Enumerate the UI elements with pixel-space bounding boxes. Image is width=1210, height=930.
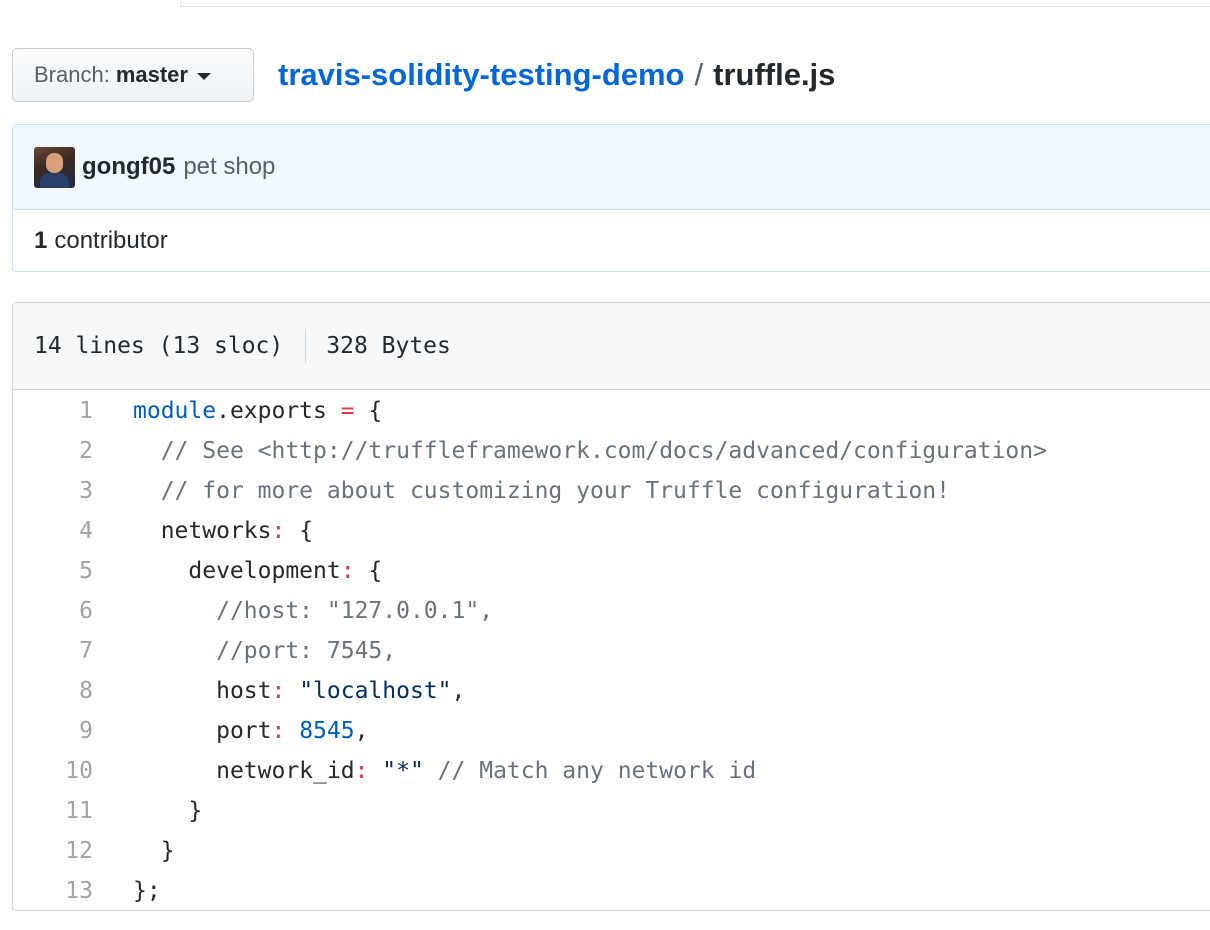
caret-down-icon — [196, 72, 211, 80]
line-number[interactable]: 9 — [13, 718, 93, 744]
line-content: // for more about customizing your Truff… — [93, 478, 950, 504]
line-content: //host: "127.0.0.1", — [93, 598, 493, 624]
code-token: host — [216, 678, 272, 704]
line-number[interactable]: 11 — [13, 798, 93, 824]
top-divider — [180, 6, 1210, 7]
code-token: , — [354, 718, 369, 744]
file-viewer: 14 lines (13 sloc) 328 Bytes 1 module.ex… — [12, 302, 1210, 911]
breadcrumb-separator: / — [694, 57, 704, 92]
line-content: } — [93, 798, 202, 824]
code-token: : — [354, 758, 369, 784]
code-line: 2 // See <http://truffleframework.com/do… — [13, 431, 1210, 471]
line-number[interactable]: 6 — [13, 598, 93, 624]
line-number[interactable]: 1 — [13, 398, 93, 424]
code-token: network_id — [216, 758, 355, 784]
line-content: networks: { — [93, 518, 313, 544]
line-number[interactable]: 10 — [13, 758, 93, 784]
code-token: }; — [133, 878, 161, 904]
code-token: } — [188, 798, 203, 824]
code-listing: 1 module.exports = { 2 // See <http://tr… — [13, 390, 1210, 911]
breadcrumb-repo-link[interactable]: travis-solidity-testing-demo — [278, 57, 685, 93]
code-token: // for more about customizing your Truff… — [160, 478, 950, 504]
code-token: } — [160, 838, 175, 864]
contributor-count: 1 — [34, 227, 48, 254]
code-token: networks — [160, 518, 272, 544]
line-content: port: 8545, — [93, 718, 368, 744]
code-token: : — [271, 678, 286, 704]
code-line: 12 } — [13, 831, 1210, 871]
code-line: 7 //port: 7545, — [13, 631, 1210, 671]
code-token: = — [340, 398, 355, 424]
branch-prefix-label: Branch: — [34, 62, 110, 87]
code-token: module — [133, 398, 217, 424]
code-line: 9 port: 8545, — [13, 711, 1210, 751]
code-line: 1 module.exports = { — [13, 391, 1210, 431]
contributors-row[interactable]: 1 contributor — [13, 210, 1210, 272]
code-token: development — [188, 558, 341, 584]
file-size: 328 Bytes — [326, 333, 451, 359]
code-token: : — [271, 518, 286, 544]
line-content: host: "localhost", — [93, 678, 465, 704]
top-tab-edge — [0, 0, 181, 6]
line-content: module.exports = { — [93, 398, 382, 424]
code-line: 4 networks: { — [13, 511, 1210, 551]
code-token: : — [271, 718, 286, 744]
commit-tease-box: gongf05 pet shop 1 contributor — [12, 124, 1210, 272]
code-token: : — [340, 558, 355, 584]
line-number[interactable]: 8 — [13, 678, 93, 704]
code-token: "*" — [368, 758, 424, 784]
breadcrumb-file-name: truffle.js — [713, 57, 836, 92]
avatar-shirt — [40, 172, 69, 188]
file-line-count: 14 lines (13 sloc) — [34, 333, 284, 359]
code-token: //port: 7545, — [216, 638, 397, 664]
line-content: //port: 7545, — [93, 638, 396, 664]
latest-commit-row: gongf05 pet shop — [13, 125, 1210, 210]
code-token: port — [216, 718, 272, 744]
line-content: // See <http://truffleframework.com/docs… — [93, 438, 1047, 464]
line-number[interactable]: 4 — [13, 518, 93, 544]
breadcrumb: travis-solidity-testing-demo / truffle.j… — [278, 54, 835, 96]
code-token: //host: "127.0.0.1", — [216, 598, 494, 624]
line-number[interactable]: 13 — [13, 878, 93, 904]
avatar[interactable] — [34, 146, 75, 188]
branch-name: master — [115, 62, 188, 87]
line-number[interactable]: 5 — [13, 558, 93, 584]
code-token: { — [285, 518, 314, 544]
commit-message-link[interactable]: pet shop — [183, 153, 275, 181]
line-content: network_id: "*" // Match any network id — [93, 758, 756, 784]
line-number[interactable]: 7 — [13, 638, 93, 664]
commit-author-link[interactable]: gongf05 — [82, 153, 175, 181]
code-line: 11 } — [13, 791, 1210, 831]
code-token: // Match any network id — [423, 758, 757, 784]
code-token: // See <http://truffleframework.com/docs… — [160, 438, 1047, 464]
branch-select-button[interactable]: Branch: master — [12, 48, 254, 102]
code-line: 8 host: "localhost", — [13, 671, 1210, 711]
line-number[interactable]: 12 — [13, 838, 93, 864]
line-number[interactable]: 3 — [13, 478, 93, 504]
code-line: 13 }; — [13, 871, 1210, 911]
code-token: 8545 — [285, 718, 355, 744]
file-info-header: 14 lines (13 sloc) 328 Bytes — [13, 303, 1210, 390]
line-number[interactable]: 2 — [13, 438, 93, 464]
line-content: } — [93, 838, 175, 864]
code-token: { — [354, 398, 383, 424]
code-token: , — [451, 678, 466, 704]
code-token: { — [354, 558, 383, 584]
file-info-divider — [305, 329, 307, 363]
avatar-face — [46, 152, 63, 173]
line-content: development: { — [93, 558, 382, 584]
code-token: .exports — [216, 398, 341, 424]
code-line: 5 development: { — [13, 551, 1210, 591]
contributor-label: contributor — [54, 227, 168, 254]
line-content: }; — [93, 878, 161, 904]
code-line: 3 // for more about customizing your Tru… — [13, 471, 1210, 511]
code-line: 10 network_id: "*" // Match any network … — [13, 751, 1210, 791]
code-line: 6 //host: "127.0.0.1", — [13, 591, 1210, 631]
code-token: "localhost" — [285, 678, 452, 704]
